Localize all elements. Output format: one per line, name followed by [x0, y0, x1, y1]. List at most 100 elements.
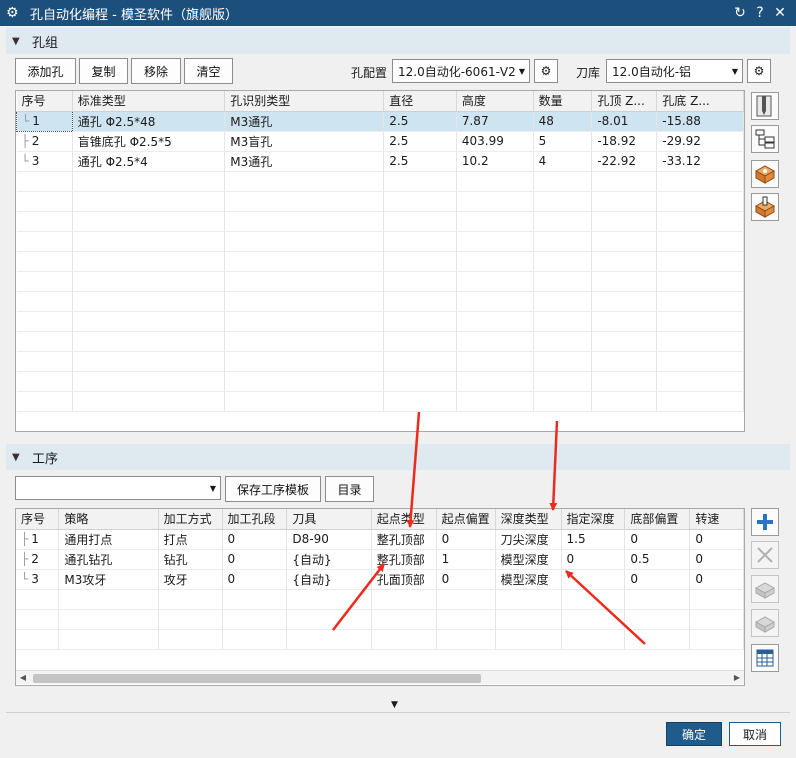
- table-cell: -18.92: [591, 131, 658, 152]
- table-row[interactable]: └ 3 通孔 Φ2.5*4 M3通孔 2.5 10.2 4 -22.92 -33.…: [16, 151, 744, 172]
- column-header[interactable]: 标准类型: [72, 91, 226, 112]
- table-cell: 0: [624, 529, 691, 550]
- collapse-caret-icon[interactable]: ▼: [12, 36, 24, 47]
- move-down-button[interactable]: [751, 609, 779, 637]
- table-cell: 48: [533, 111, 593, 132]
- table-cell: D8-90: [286, 529, 372, 550]
- ok-button[interactable]: 确定: [666, 722, 722, 746]
- hole-feature-button[interactable]: [751, 92, 779, 120]
- horizontal-scrollbar[interactable]: ◀ ▶: [16, 670, 744, 684]
- process-header[interactable]: ▼ 工序: [6, 444, 790, 470]
- table-row[interactable]: ├ 2 盲锥底孔 Φ2.5*5 M3盲孔 2.5 403.99 5 -18.92 …: [16, 131, 744, 152]
- list-tree-button[interactable]: [751, 125, 779, 153]
- table-cell: 5: [533, 131, 593, 152]
- table-cell: ├ 2: [16, 549, 60, 570]
- delete-process-button[interactable]: [751, 541, 779, 569]
- add-hole-button[interactable]: 添加孔: [15, 58, 76, 84]
- help-icon[interactable]: ?: [750, 5, 770, 21]
- column-header[interactable]: 孔顶 Z...: [591, 91, 658, 112]
- column-header[interactable]: 直径: [383, 91, 457, 112]
- column-header[interactable]: 深度类型: [495, 509, 562, 530]
- hole-config-value: 12.0自动化-6061-V2: [398, 64, 515, 79]
- tool-library-label: 刀库: [576, 66, 601, 80]
- table-row[interactable]: └ 1 通孔 Φ2.5*48 M3通孔 2.5 7.87 48 -8.01 -15…: [16, 110, 744, 132]
- scrollbar-thumb[interactable]: [33, 674, 481, 683]
- table-cell: -15.88: [656, 111, 744, 132]
- table-row[interactable]: ├ 1 通用打点 打点 0 D8-90 整孔顶部 0 刀尖深度 1.5 0 0: [16, 529, 744, 550]
- block-tool-button[interactable]: [751, 193, 779, 221]
- empty-row: [16, 311, 744, 332]
- process-label: 工序: [32, 451, 59, 467]
- empty-row: [16, 231, 744, 252]
- table-cell: 刀尖深度: [495, 529, 562, 550]
- table-cell: 通孔 Φ2.5*4: [72, 151, 226, 172]
- remove-button[interactable]: 移除: [131, 58, 181, 84]
- table-row[interactable]: └ 3 M3攻牙 攻牙 0 {自动} 孔面顶部 0 模型深度 0 0: [16, 569, 744, 590]
- list-tree-icon: [755, 129, 775, 149]
- table-cell: M3盲孔: [224, 131, 385, 152]
- table-cell: 2.5: [383, 131, 457, 152]
- block-hole-button[interactable]: [751, 160, 779, 188]
- settings-gear-icon: ⚙: [540, 64, 552, 78]
- column-header[interactable]: 刀具: [286, 509, 372, 530]
- hole-config-select[interactable]: 12.0自动化-6061-V2 ▼: [392, 59, 530, 83]
- reset-icon[interactable]: ↻: [730, 5, 750, 21]
- column-header[interactable]: 序号: [16, 91, 73, 112]
- hole-feature-icon: [756, 95, 772, 117]
- table-cell: 7.87: [456, 111, 534, 132]
- save-template-button[interactable]: 保存工序模板: [225, 476, 321, 502]
- table-cell: 0: [436, 529, 496, 550]
- column-header[interactable]: 起点偏置: [436, 509, 496, 530]
- collapse-caret-icon[interactable]: ▼: [12, 452, 24, 463]
- table-cell: 2.5: [383, 111, 457, 132]
- process-template-select[interactable]: ▼: [15, 476, 221, 500]
- column-header[interactable]: 孔底 Z...: [656, 91, 744, 112]
- add-process-button[interactable]: [751, 508, 779, 536]
- column-header[interactable]: 数量: [533, 91, 593, 112]
- table-row[interactable]: ├ 2 通孔钻孔 钻孔 0 {自动} 整孔顶部 1 模型深度 0 0.5 0: [16, 549, 744, 570]
- column-header[interactable]: 指定深度: [561, 509, 626, 530]
- chevron-down-icon: ▼: [209, 483, 217, 493]
- column-header[interactable]: 高度: [456, 91, 534, 112]
- close-icon[interactable]: ✕: [770, 5, 790, 21]
- empty-row: [16, 211, 744, 232]
- hole-config-settings-button[interactable]: ⚙: [534, 59, 558, 83]
- expand-chevron-icon[interactable]: ▼: [391, 700, 398, 710]
- move-up-button[interactable]: [751, 575, 779, 603]
- column-header[interactable]: 加工方式: [158, 509, 223, 530]
- window-title: 孔自动化编程 - 模圣软件（旗舰版）: [30, 7, 238, 23]
- copy-button[interactable]: 复制: [79, 58, 128, 84]
- table-cell: {自动}: [286, 569, 372, 590]
- clear-button[interactable]: 清空: [184, 58, 233, 84]
- table-cell: 4: [533, 151, 593, 172]
- column-header[interactable]: 序号: [16, 509, 60, 530]
- tool-library-select[interactable]: 12.0自动化-铝 ▼: [606, 59, 743, 83]
- column-header[interactable]: 转速: [689, 509, 744, 530]
- column-header[interactable]: 起点类型: [371, 509, 437, 530]
- table-cell: {自动}: [286, 549, 372, 570]
- column-header[interactable]: 底部偏置: [624, 509, 691, 530]
- catalog-button[interactable]: 目录: [325, 476, 374, 502]
- table-cell: 0: [222, 549, 288, 570]
- table-cell: 钻孔: [158, 549, 223, 570]
- hole-group-header[interactable]: ▼ 孔组: [6, 28, 790, 54]
- empty-row: [16, 171, 744, 192]
- process-table: 序号 策略 加工方式 加工孔段 刀具 起点类型 起点偏置 深度类型 指定深度 底…: [15, 508, 745, 686]
- gear-icon: ⚙: [6, 5, 19, 21]
- empty-row: [16, 251, 744, 272]
- column-header[interactable]: 加工孔段: [222, 509, 288, 530]
- cancel-button[interactable]: 取消: [729, 722, 781, 746]
- table-settings-button[interactable]: [751, 644, 779, 672]
- column-header[interactable]: 孔识别类型: [224, 91, 385, 112]
- column-header[interactable]: 策略: [58, 509, 159, 530]
- table-cell: 0: [624, 569, 691, 590]
- table-cell: 盲锥底孔 Φ2.5*5: [72, 131, 226, 152]
- table-cell: 整孔顶部: [371, 549, 437, 570]
- scroll-right-icon[interactable]: ▶: [730, 671, 744, 685]
- table-cell: 模型深度: [495, 549, 562, 570]
- table-cell: 0.5: [624, 549, 691, 570]
- scroll-left-icon[interactable]: ◀: [16, 671, 30, 685]
- table-cell: 0: [689, 549, 744, 570]
- table-cell: 2.5: [383, 151, 457, 172]
- tool-library-settings-button[interactable]: ⚙: [747, 59, 771, 83]
